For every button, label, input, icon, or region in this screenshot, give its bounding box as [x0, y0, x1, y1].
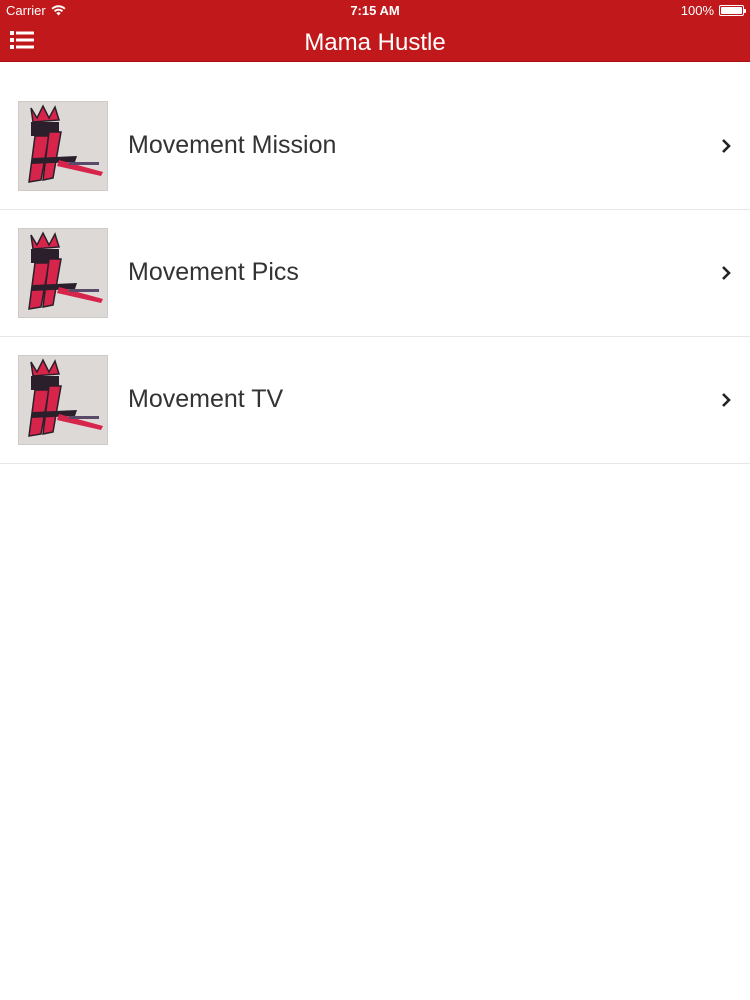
list-item-label: Movement Mission — [128, 131, 337, 159]
header: Carrier 7:15 AM 100% Mama Hustle — [0, 0, 750, 62]
chevron-right-icon — [722, 393, 731, 407]
battery-fill — [721, 7, 742, 14]
menu-list: Movement Mission Movement Pics Movement … — [0, 83, 750, 464]
list-item-movement-tv[interactable]: Movement TV — [0, 337, 750, 464]
chevron-right-icon — [722, 139, 731, 153]
status-time: 7:15 AM — [350, 3, 400, 18]
list-item-movement-mission[interactable]: Movement Mission — [0, 83, 750, 210]
logo-thumbnail — [18, 101, 108, 191]
logo-thumbnail — [18, 355, 108, 445]
battery-icon — [719, 5, 746, 16]
page-title: Mama Hustle — [304, 29, 446, 56]
list-item-label: Movement Pics — [128, 258, 299, 286]
app-screen: Carrier 7:15 AM 100% Mama Hustle Movemen… — [0, 0, 750, 1000]
logo-thumbnail — [18, 228, 108, 318]
list-item-label: Movement TV — [128, 385, 284, 413]
status-right: 100% — [680, 3, 746, 18]
list-item-movement-pics[interactable]: Movement Pics — [0, 210, 750, 337]
battery-percent: 100% — [680, 3, 714, 18]
status-bar: Carrier 7:15 AM 100% — [0, 0, 750, 22]
chevron-right-icon — [722, 266, 731, 280]
nav-bar: Mama Hustle — [0, 22, 750, 62]
